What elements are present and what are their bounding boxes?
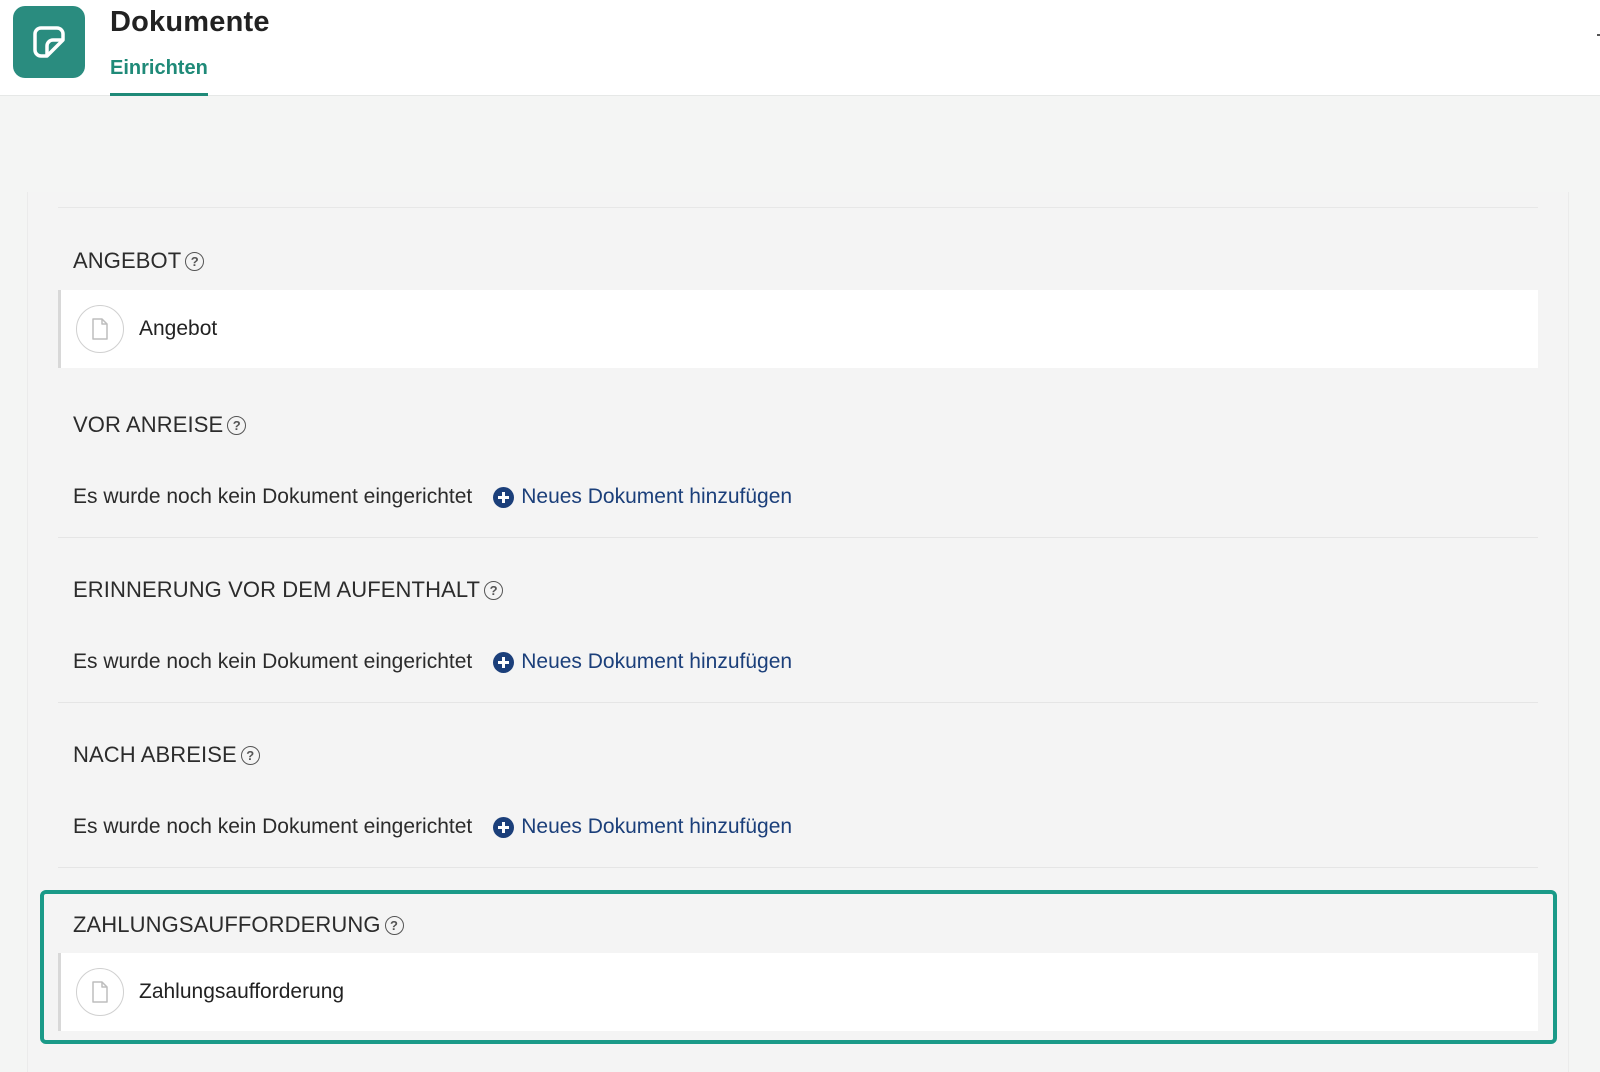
- plus-circle-icon: [493, 651, 515, 673]
- section-title-label: VOR ANREISE: [73, 412, 224, 437]
- document-icon: [13, 6, 85, 78]
- add-document-label: Neues Dokument hinzufügen: [521, 485, 793, 508]
- empty-text: Es wurde noch kein Dokument eingerichtet: [73, 485, 473, 508]
- section-title-erinnerung: ERINNERUNG VOR DEM AUFENTHALT ?: [73, 577, 504, 603]
- section-title-label: ANGEBOT: [73, 248, 182, 273]
- empty-row-vor-anreise: Es wurde noch kein Dokument eingerichtet…: [73, 482, 792, 512]
- page-title: Dokumente: [110, 6, 270, 38]
- divider: [58, 207, 1538, 208]
- divider: [58, 702, 1538, 703]
- app-header: Dokumente Einrichten: [0, 0, 1600, 96]
- document-row-angebot[interactable]: Angebot: [58, 290, 1538, 368]
- help-icon[interactable]: ?: [484, 580, 504, 600]
- add-document-link[interactable]: Neues Dokument hinzufügen: [493, 815, 792, 839]
- add-document-label: Neues Dokument hinzufügen: [521, 815, 793, 838]
- help-icon[interactable]: ?: [185, 251, 205, 271]
- tab-einrichten[interactable]: Einrichten: [110, 56, 208, 96]
- add-document-label: Neues Dokument hinzufügen: [521, 650, 793, 673]
- empty-row-erinnerung: Es wurde noch kein Dokument eingerichtet…: [73, 647, 792, 677]
- empty-row-nach-abreise: Es wurde noch kein Dokument eingerichtet…: [73, 812, 792, 842]
- plus-circle-icon: [493, 486, 515, 508]
- highlight-frame: [40, 890, 1557, 1044]
- add-document-link[interactable]: Neues Dokument hinzufügen: [493, 485, 792, 509]
- section-title-label: NACH ABREISE: [73, 742, 237, 767]
- help-icon[interactable]: ?: [227, 415, 247, 435]
- file-icon: [76, 305, 124, 353]
- document-label: Angebot: [139, 317, 218, 340]
- plus-circle-icon: [493, 816, 515, 838]
- help-icon[interactable]: ?: [240, 745, 260, 765]
- section-title-vor-anreise: VOR ANREISE ?: [73, 412, 247, 438]
- section-title-angebot: ANGEBOT ?: [73, 248, 205, 274]
- add-document-link[interactable]: Neues Dokument hinzufügen: [493, 650, 792, 674]
- empty-text: Es wurde noch kein Dokument eingerichtet: [73, 815, 473, 838]
- divider: [58, 867, 1538, 868]
- section-title-label: ERINNERUNG VOR DEM AUFENTHALT: [73, 577, 481, 602]
- section-title-nach-abreise: NACH ABREISE ?: [73, 742, 260, 768]
- divider: [58, 537, 1538, 538]
- empty-text: Es wurde noch kein Dokument eingerichtet: [73, 650, 473, 673]
